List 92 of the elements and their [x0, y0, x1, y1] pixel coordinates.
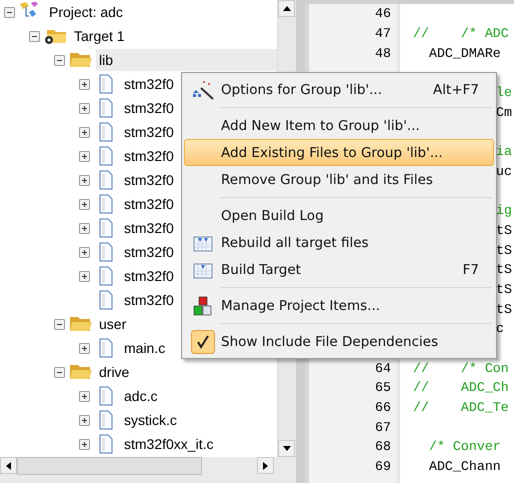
code-line: // ADC_Ch [413, 380, 509, 396]
menu-item[interactable]: Manage Project Items... [184, 292, 494, 319]
code-line: uc [496, 164, 512, 179]
expand-icon[interactable] [79, 126, 90, 138]
expand-icon[interactable] [79, 246, 90, 258]
up-arrow-icon [282, 6, 290, 11]
tree-item[interactable]: stm32f0 [121, 121, 180, 143]
tree-item[interactable]: systick.c [121, 409, 183, 431]
code-line: ADC_Chann [428, 459, 501, 474]
tree-item[interactable]: stm32f0 [121, 289, 180, 311]
line-number: 67 [375, 420, 391, 435]
folder-icon [67, 314, 93, 334]
shortcut-label: Alt+F7 [433, 82, 479, 98]
line-number: 48 [375, 46, 391, 61]
tree-item[interactable]: Project: adc [46, 1, 129, 23]
tree-item[interactable]: stm32f0xx_it.c [121, 433, 220, 455]
collapse-icon[interactable] [54, 54, 65, 66]
expand-icon[interactable] [79, 174, 90, 186]
code-line: // ADC_Te [413, 400, 509, 416]
code-line: le [496, 85, 512, 100]
menu-item[interactable]: Show Include File Dependencies [184, 328, 494, 355]
build-icon [193, 234, 213, 252]
folder-icon [67, 50, 93, 70]
collapse-icon[interactable] [54, 318, 65, 330]
line-number: 64 [375, 360, 391, 376]
code-line: Cm [496, 104, 512, 120]
down-arrow-icon [282, 446, 290, 451]
scroll-down-button[interactable] [278, 440, 295, 457]
line-number: 66 [375, 400, 391, 416]
expand-icon[interactable] [79, 438, 90, 450]
code-line: ADC_DMARe [428, 46, 501, 61]
line-number: 47 [375, 26, 391, 42]
horizontal-scrollbar[interactable] [0, 457, 296, 483]
tree-item[interactable]: stm32f0 [121, 217, 180, 239]
code-line: tS [496, 242, 512, 258]
menu-item[interactable]: Remove Group 'lib' and its Files [184, 166, 494, 193]
tree-item[interactable]: main.c [121, 337, 172, 359]
tree-item[interactable]: user [96, 313, 132, 335]
menu-item[interactable]: Build Target F7 [184, 256, 494, 283]
line-number: 68 [375, 439, 391, 454]
folder-icon [67, 362, 93, 382]
line-number: 46 [375, 6, 391, 22]
scroll-left-button[interactable] [0, 457, 17, 474]
menu-item[interactable]: Add Existing Files to Group 'lib'... [184, 139, 494, 166]
code-line: ig [496, 203, 512, 218]
tree-item[interactable]: lib [96, 49, 277, 71]
expand-icon[interactable] [79, 150, 90, 162]
blocks-icon [193, 296, 213, 316]
tree-item[interactable]: stm32f0 [121, 265, 180, 287]
code-line: tS [496, 282, 512, 297]
scroll-right-button[interactable] [257, 457, 274, 474]
menu-item[interactable]: Add New Item to Group 'lib'... [184, 112, 494, 139]
line-number: 65 [375, 380, 391, 396]
menu-item[interactable]: Open Build Log [184, 202, 494, 229]
line-number: 69 [375, 459, 391, 474]
code-line: // /* Con [413, 360, 509, 376]
code-line: c [496, 321, 504, 336]
magic-wand-icon [192, 80, 214, 100]
code-line: tS [496, 302, 512, 317]
tree-item[interactable]: drive [96, 361, 136, 383]
collapse-icon[interactable] [54, 366, 65, 378]
menu-item[interactable]: Rebuild all target files [184, 229, 494, 256]
expand-icon[interactable] [79, 102, 90, 114]
code-line: // /* ADC [413, 26, 509, 42]
collapse-icon[interactable] [29, 30, 40, 42]
tree-item[interactable]: stm32f0 [121, 241, 180, 263]
collapse-icon[interactable] [4, 6, 15, 18]
code-line: tS [496, 262, 512, 278]
expand-icon[interactable] [79, 414, 90, 426]
tree-item[interactable]: stm32f0 [121, 193, 180, 215]
expand-icon[interactable] [79, 270, 90, 282]
left-arrow-icon [6, 462, 11, 470]
expand-icon[interactable] [79, 342, 90, 354]
shortcut-label: F7 [462, 262, 479, 278]
code-line: /* Conver [428, 439, 501, 454]
code-line: ia [496, 144, 512, 160]
expand-icon[interactable] [79, 390, 90, 402]
right-arrow-icon [263, 462, 268, 470]
menu-item[interactable]: Options for Group 'lib'... Alt+F7 [184, 76, 494, 103]
build-icon [193, 260, 213, 278]
tree-item[interactable]: stm32f0 [121, 97, 180, 119]
code-line: tS [496, 222, 512, 238]
scroll-up-button[interactable] [278, 0, 295, 17]
expand-icon[interactable] [79, 222, 90, 234]
scroll-thumb[interactable] [17, 457, 202, 475]
tree-item[interactable]: stm32f0 [121, 73, 180, 95]
tree-item[interactable]: Target 1 [71, 25, 131, 47]
tree-item[interactable]: stm32f0 [121, 145, 180, 167]
expand-icon[interactable] [79, 78, 90, 90]
expand-icon[interactable] [79, 198, 90, 210]
tree-item[interactable]: adc.c [121, 385, 164, 407]
tree-item[interactable]: stm32f0 [121, 169, 180, 191]
